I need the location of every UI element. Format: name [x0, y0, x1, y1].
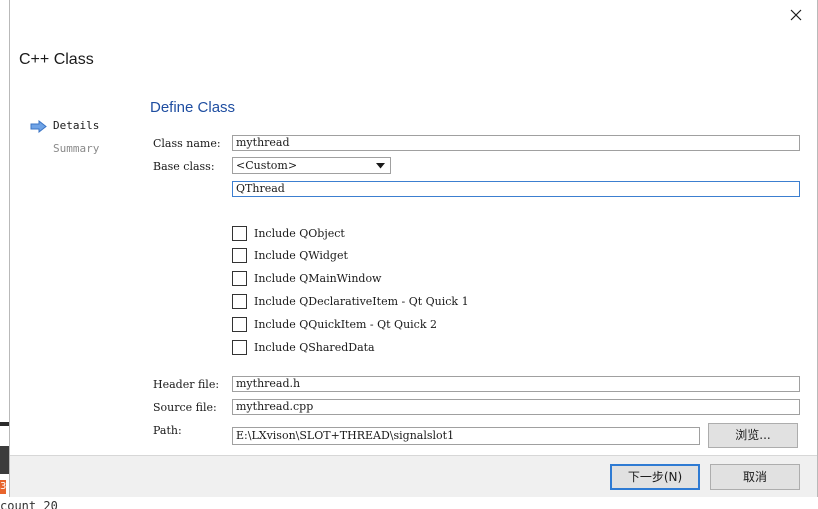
background-code-snippet: count 20: [0, 499, 58, 509]
step-details: Details: [30, 119, 99, 133]
base-class-select[interactable]: <Custom>: [232, 157, 391, 174]
include-qwidget-checkbox[interactable]: Include QWidget: [232, 246, 348, 264]
wizard-title: C++ Class: [19, 51, 94, 68]
checkbox-label: Include QDeclarativeItem - Qt Quick 1: [254, 294, 469, 308]
checkbox-label: Include QSharedData: [254, 340, 375, 354]
include-qquickitem-checkbox[interactable]: Include QQuickItem - Qt Quick 2: [232, 315, 437, 333]
checkbox-label: Include QWidget: [254, 248, 348, 262]
header-file-label: Header file:: [153, 378, 220, 391]
close-button[interactable]: [787, 6, 805, 24]
section-title: Define Class: [150, 99, 236, 116]
include-qobject-checkbox[interactable]: Include QObject: [232, 224, 345, 242]
include-qmainwindow-checkbox[interactable]: Include QMainWindow: [232, 269, 381, 287]
checkbox-box[interactable]: [232, 316, 247, 332]
checkbox-label: Include QQuickItem - Qt Quick 2: [254, 317, 437, 331]
path-label: Path:: [153, 424, 182, 437]
step-summary-label: Summary: [53, 142, 100, 155]
class-name-label: Class name:: [153, 137, 221, 150]
wizard-steps-sidebar: Details Summary: [10, 90, 140, 450]
browse-button[interactable]: 浏览...: [708, 423, 798, 448]
wizard-footer: 下一步(N) 取消: [10, 456, 817, 497]
source-file-input[interactable]: mythread.cpp: [232, 399, 800, 415]
base-class-label: Base class:: [153, 160, 215, 173]
close-icon: [790, 9, 802, 21]
source-file-label: Source file:: [153, 401, 217, 414]
current-step-arrow-icon: [30, 119, 47, 133]
background-badge: 3: [0, 480, 6, 494]
checkbox-box[interactable]: [232, 225, 247, 241]
new-class-wizard-dialog: C++ Class Details Summary Define Class C…: [9, 0, 818, 497]
class-name-input[interactable]: mythread: [232, 135, 800, 151]
path-input[interactable]: E:\LXvison\SLOT+THREAD\signalslot1: [232, 427, 700, 445]
checkbox-box[interactable]: [232, 339, 247, 355]
base-class-selected-value: <Custom>: [236, 159, 298, 172]
header-file-input[interactable]: mythread.h: [232, 376, 800, 392]
next-button[interactable]: 下一步(N): [610, 464, 700, 490]
checkbox-box[interactable]: [232, 247, 247, 263]
chevron-down-icon: [376, 163, 385, 169]
include-qshareddata-checkbox[interactable]: Include QSharedData: [232, 338, 375, 356]
step-summary: Summary: [53, 142, 99, 155]
checkbox-box[interactable]: [232, 293, 247, 309]
checkbox-box[interactable]: [232, 270, 247, 286]
step-details-label: Details: [53, 119, 100, 132]
cancel-button[interactable]: 取消: [710, 464, 800, 490]
custom-base-class-input[interactable]: QThread: [232, 181, 800, 197]
checkbox-label: Include QObject: [254, 226, 345, 240]
checkbox-label: Include QMainWindow: [254, 271, 382, 285]
include-qdeclarativeitem-checkbox[interactable]: Include QDeclarativeItem - Qt Quick 1: [232, 292, 469, 310]
